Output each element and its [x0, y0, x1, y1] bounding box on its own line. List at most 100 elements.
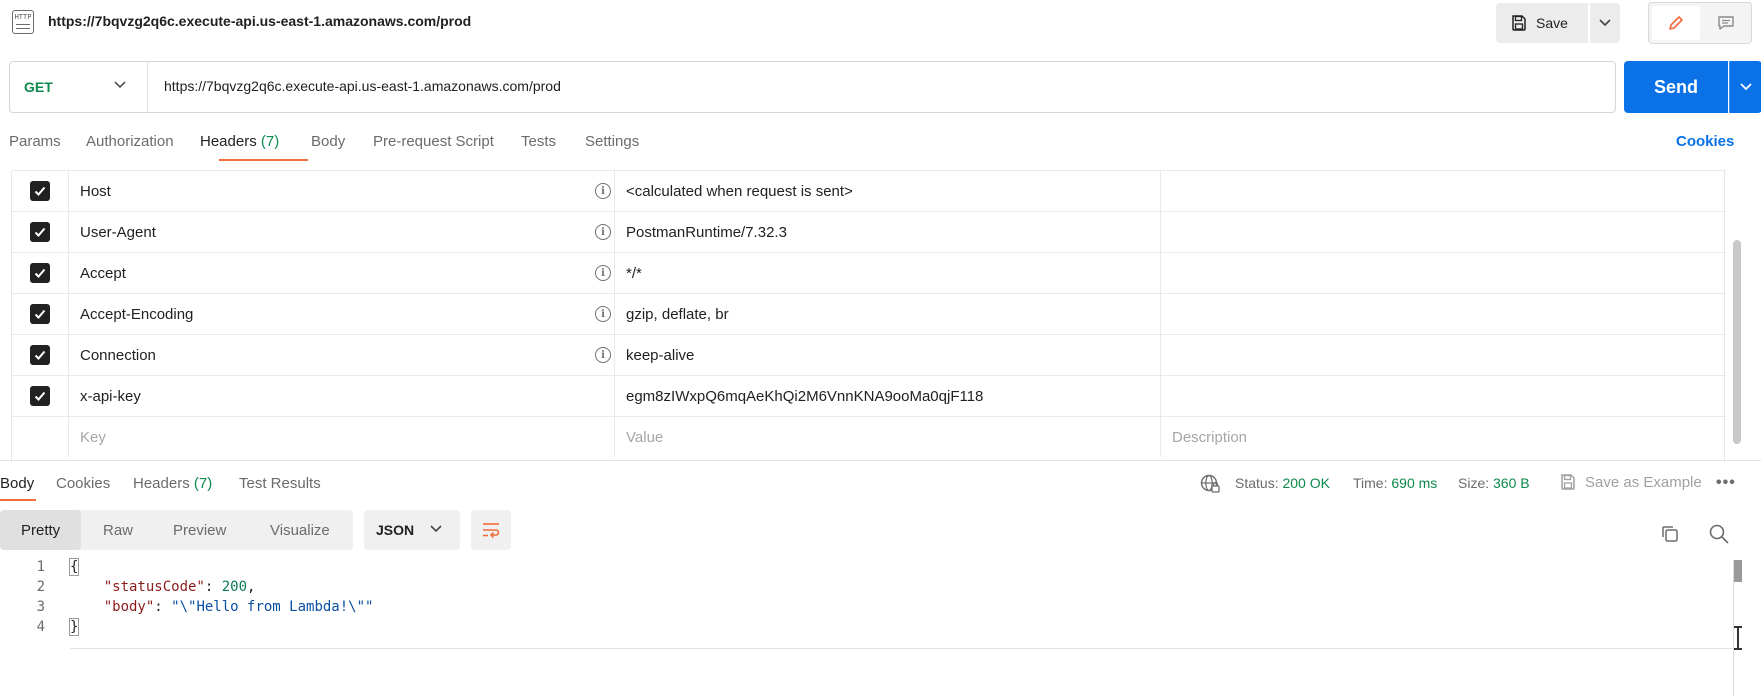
url-input[interactable] [164, 78, 1564, 94]
header-checkbox[interactable] [30, 222, 50, 242]
header-checkbox[interactable] [30, 304, 50, 324]
method-label: GET [24, 79, 53, 95]
request-title[interactable]: https://7bqvzg2q6c.execute-api.us-east-1… [48, 13, 471, 29]
header-value[interactable]: keep-alive [615, 335, 1161, 375]
response-tab-headers-count: (7) [193, 475, 213, 492]
method-select[interactable]: GET [10, 62, 148, 112]
status-label: Status: [1235, 475, 1279, 491]
status-value: 200 OK [1282, 475, 1330, 491]
table-row: Accept-Encoding i gzip, deflate, br [12, 294, 1726, 335]
table-row: Host i <calculated when request is sent> [12, 171, 1726, 212]
save-icon [1512, 15, 1526, 31]
header-checkbox[interactable] [30, 263, 50, 283]
response-tab-cookies[interactable]: Cookies [56, 475, 110, 492]
header-value[interactable]: egm8zIWxpQ6mqAeKhQi2M6VnnKNA9ooMa0qjF118 [615, 376, 1161, 416]
save-options-dropdown[interactable] [1590, 3, 1620, 43]
comment-icon [1718, 16, 1734, 30]
header-checkbox[interactable] [30, 386, 50, 406]
open-brace: { [68, 558, 80, 576]
header-description[interactable] [1161, 253, 1724, 293]
header-key[interactable]: Accept [69, 253, 615, 293]
editor-mode-toggle [1648, 2, 1752, 44]
search-icon[interactable] [1708, 523, 1730, 545]
tab-body[interactable]: Body [311, 133, 345, 150]
header-value[interactable]: */* [615, 253, 1161, 293]
header-key[interactable]: Accept-Encoding [69, 294, 615, 334]
send-button[interactable]: Send [1624, 61, 1728, 113]
line-number: 2 [36, 579, 45, 595]
info-icon[interactable]: i [595, 265, 611, 281]
table-row-partial [12, 163, 1726, 171]
format-select[interactable]: JSON [364, 510, 460, 550]
header-value[interactable]: <calculated when request is sent> [615, 171, 1161, 211]
response-tab-body[interactable]: Body [0, 475, 34, 492]
send-options-dropdown[interactable] [1729, 61, 1761, 113]
active-response-tab-indicator [0, 499, 36, 501]
copy-icon[interactable] [1660, 524, 1680, 544]
header-value[interactable]: gzip, deflate, br [615, 294, 1161, 334]
header-description[interactable] [1161, 335, 1724, 375]
tab-params[interactable]: Params [9, 133, 61, 150]
code-scrollbar[interactable] [1734, 560, 1742, 582]
header-value[interactable]: PostmanRuntime/7.32.3 [615, 212, 1161, 252]
json-key: "statusCode" [103, 579, 205, 595]
response-body-code[interactable]: 1 { 2 "statusCode": 200, 3 "body": "\"He… [0, 556, 1735, 696]
info-icon[interactable]: i [595, 183, 611, 199]
info-icon[interactable]: i [595, 347, 611, 363]
response-time[interactable]: Time: 690 ms [1353, 475, 1437, 491]
new-value-input[interactable]: Value [615, 417, 1161, 457]
header-description[interactable] [1161, 212, 1724, 252]
response-tabs: Body Cookies Headers (7) Test Results St… [0, 460, 1761, 501]
header-description[interactable] [1161, 171, 1724, 211]
tab-tests[interactable]: Tests [521, 133, 556, 150]
request-tabs: Params Authorization Headers (7) Body Pr… [0, 130, 1761, 166]
edit-mode-button[interactable] [1652, 6, 1700, 40]
more-options-icon[interactable]: ••• [1716, 474, 1736, 492]
header-description[interactable] [1161, 376, 1724, 416]
header-description[interactable] [1161, 294, 1724, 334]
new-description-input[interactable]: Description [1161, 417, 1724, 457]
save-button[interactable]: Save [1496, 3, 1588, 43]
headers-scrollbar[interactable] [1733, 240, 1741, 444]
header-checkbox[interactable] [30, 345, 50, 365]
response-status[interactable]: Status: 200 OK [1235, 475, 1330, 491]
colon: : [204, 579, 222, 595]
size-value: 360 B [1493, 475, 1530, 491]
response-size[interactable]: Size: 360 B [1458, 475, 1530, 491]
cookies-link[interactable]: Cookies [1676, 133, 1734, 150]
view-preview-button[interactable]: Preview [173, 510, 226, 550]
view-visualize-button[interactable]: Visualize [270, 510, 330, 550]
http-request-icon: HTTP [12, 10, 34, 34]
header-key[interactable]: Connection [69, 335, 615, 375]
new-key-input[interactable]: Key [69, 417, 615, 457]
table-row-new: Key Value Description [12, 417, 1726, 458]
format-label: JSON [376, 522, 415, 538]
time-label: Time: [1353, 475, 1388, 491]
header-key[interactable]: User-Agent [69, 212, 615, 252]
info-icon[interactable]: i [595, 306, 611, 322]
chevron-down-icon [1599, 19, 1611, 27]
response-tab-headers[interactable]: Headers (7) [133, 475, 212, 492]
view-raw-button[interactable]: Raw [103, 510, 133, 550]
view-pretty-button[interactable]: Pretty [0, 510, 82, 550]
header-key[interactable]: x-api-key [69, 376, 615, 416]
header-checkbox[interactable] [30, 181, 50, 201]
url-bar: GET [9, 61, 1616, 113]
comments-button[interactable] [1703, 6, 1749, 40]
save-as-example-button[interactable]: Save as Example [1585, 474, 1702, 491]
checkmark-icon [34, 186, 46, 196]
wrap-lines-button[interactable] [471, 510, 511, 550]
checkmark-icon [34, 227, 46, 237]
response-tab-test-results[interactable]: Test Results [239, 475, 321, 492]
colon: : [154, 599, 172, 615]
info-icon[interactable]: i [595, 224, 611, 240]
time-value: 690 ms [1391, 475, 1438, 491]
tab-settings[interactable]: Settings [585, 133, 639, 150]
globe-lock-icon[interactable] [1199, 473, 1221, 495]
table-row: User-Agent i PostmanRuntime/7.32.3 [12, 212, 1726, 253]
tab-headers[interactable]: Headers (7) [200, 133, 279, 150]
header-key[interactable]: Host [69, 171, 615, 211]
chevron-down-icon [1740, 83, 1752, 91]
tab-authorization[interactable]: Authorization [86, 133, 174, 150]
tab-pre-request-script[interactable]: Pre-request Script [373, 133, 494, 150]
